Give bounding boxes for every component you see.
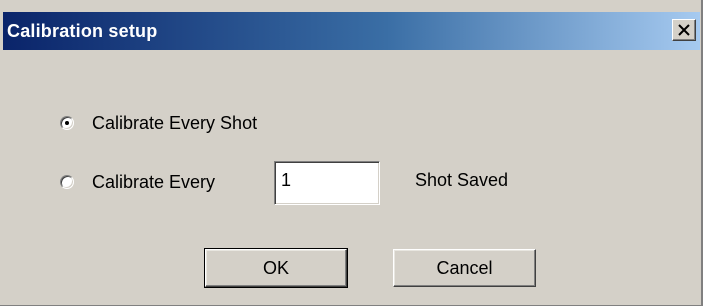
calibrate-every-label: Calibrate Every	[92, 171, 216, 192]
close-icon	[678, 24, 690, 36]
radio-calibrate-every-shot[interactable]	[60, 116, 74, 130]
cancel-button[interactable]: Cancel	[393, 249, 536, 287]
calibration-setup-dialog: Calibration setup Calibrate Every Shot C…	[0, 0, 703, 306]
shot-saved-label: Shot Saved	[415, 170, 509, 190]
radio-selected-dot	[65, 121, 69, 125]
window-title: Calibration setup	[7, 21, 158, 41]
ok-button[interactable]: OK	[204, 248, 348, 288]
option-calibrate-every-shot[interactable]: Calibrate Every Shot	[60, 111, 257, 135]
radio-calibrate-every-n[interactable]	[60, 175, 74, 189]
close-button[interactable]	[672, 19, 696, 41]
title-bar: Calibration setup	[3, 12, 700, 50]
option-calibrate-every-n[interactable]: Calibrate Every	[60, 170, 215, 194]
calibrate-every-shot-label: Calibrate Every Shot	[92, 112, 258, 133]
shot-interval-input[interactable]: 1	[274, 161, 380, 205]
